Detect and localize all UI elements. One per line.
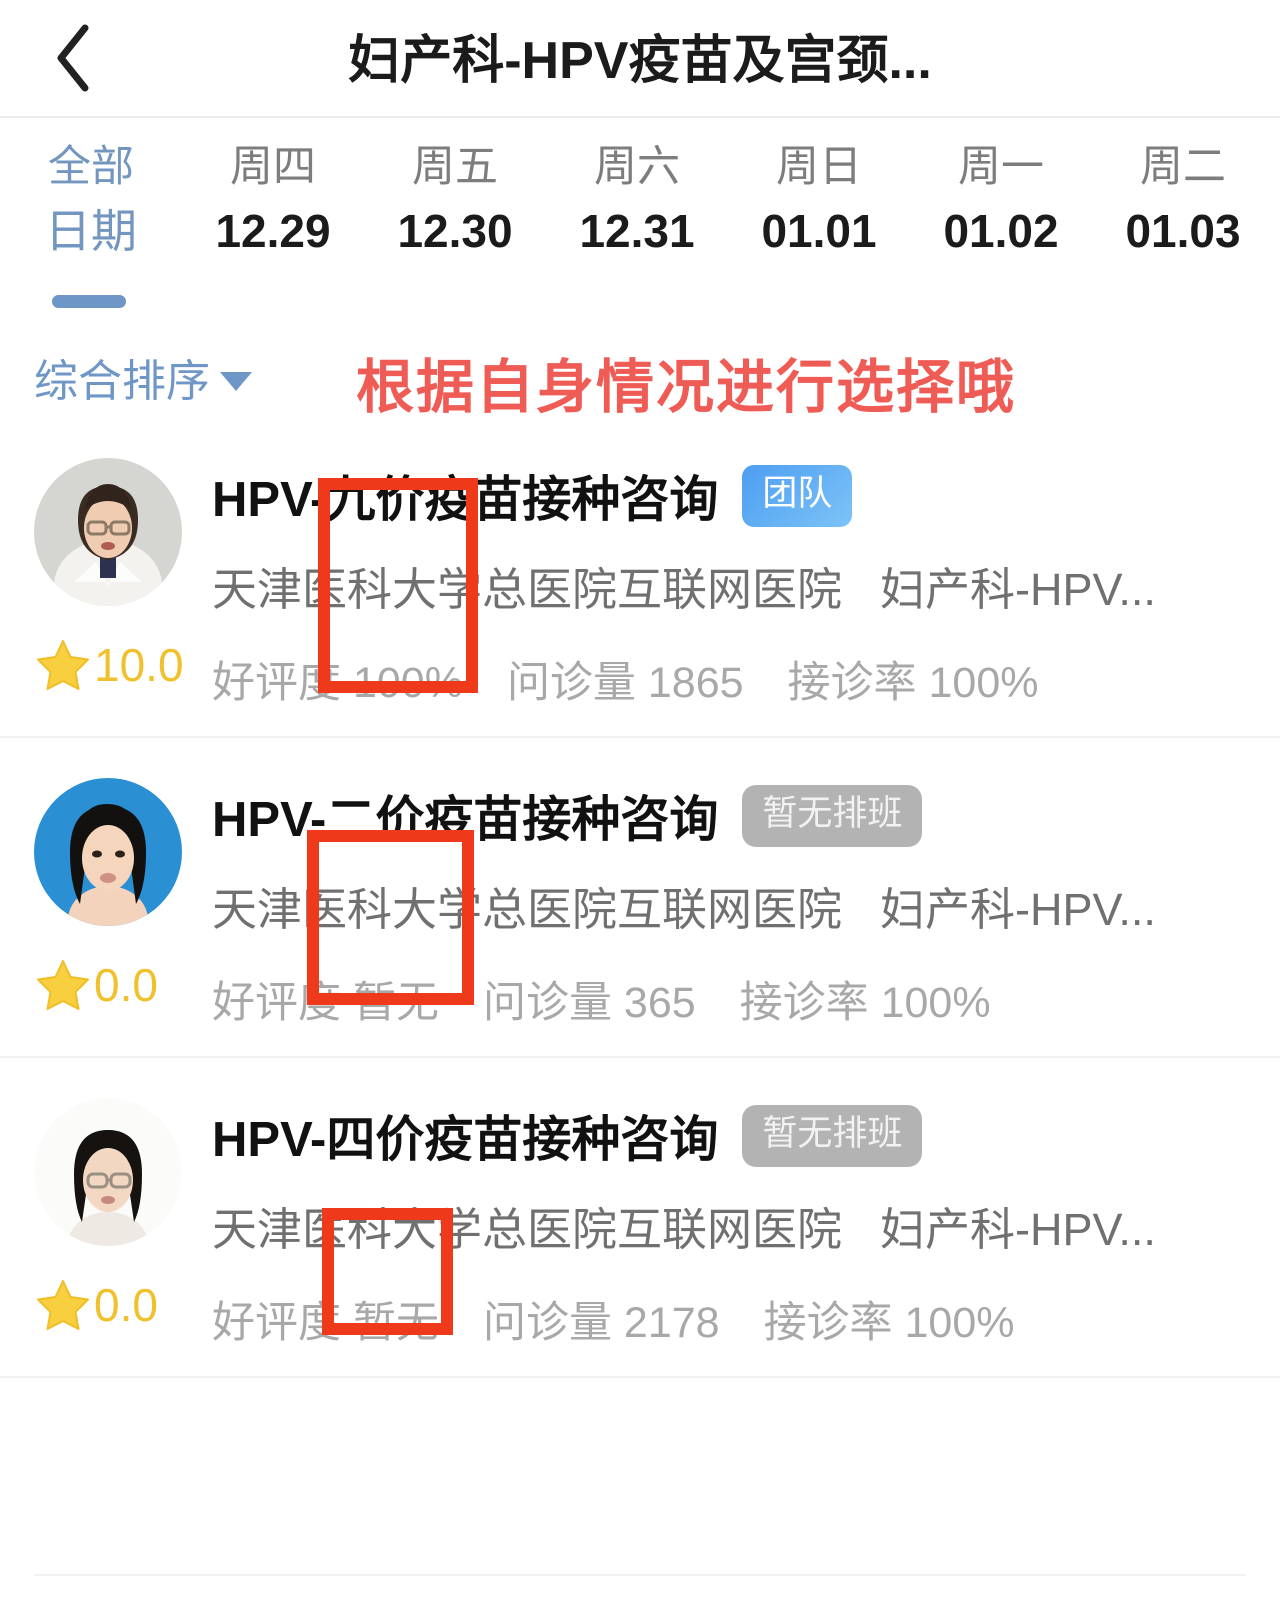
department-name: 妇产科-HPV... bbox=[880, 564, 1156, 615]
date-tab-all[interactable]: 全部 日期 bbox=[0, 136, 182, 264]
doctor-stats: 好评度 暂无 问诊量 2178 接诊率 100% bbox=[212, 1288, 1246, 1350]
rating: 10.0 bbox=[34, 636, 212, 694]
doctor-title: HPV-四价疫苗接种咨询 bbox=[212, 1113, 719, 1167]
sort-label: 综合排序 bbox=[34, 357, 210, 406]
date-tab-5-week: 周二 bbox=[1140, 143, 1226, 191]
doctor-stats: 好评度 暂无 问诊量 365 接诊率 100% bbox=[212, 968, 1246, 1030]
active-tab-indicator bbox=[52, 295, 126, 308]
stat-praise-rate: 好评度 暂无 bbox=[212, 1299, 439, 1347]
doctor-card[interactable]: 0.0 HPV-四价疫苗接种咨询 暂无排班 天津医科大学总医院互联网医院 妇产科… bbox=[0, 1058, 1280, 1378]
doctor-info: HPV-九价疫苗接种咨询 团队 天津医科大学总医院互联网医院 妇产科-HPV..… bbox=[212, 452, 1246, 710]
stat-acceptance-rate: 接诊率 100% bbox=[763, 1299, 1015, 1347]
doctor-affiliation: 天津医科大学总医院互联网医院 妇产科-HPV... bbox=[212, 873, 1246, 938]
doctor-title-row: HPV-二价疫苗接种咨询 暂无排班 bbox=[212, 780, 1246, 851]
date-tab-all-week: 全部 bbox=[48, 143, 134, 191]
caret-down-icon bbox=[220, 371, 252, 391]
status-badge: 暂无排班 bbox=[742, 1104, 923, 1167]
date-tab-0[interactable]: 周四 12.29 bbox=[182, 136, 364, 264]
date-tab-2-week: 周六 bbox=[594, 143, 680, 191]
date-tab-5[interactable]: 周二 01.03 bbox=[1092, 136, 1274, 264]
hospital-name: 天津医科大学总医院互联网医院 bbox=[212, 564, 843, 615]
date-tab-4-date: 01.02 bbox=[943, 205, 1059, 257]
doctor-avatar-glasses-white-bg-icon bbox=[34, 1098, 182, 1246]
date-tab-4[interactable]: 周一 01.02 bbox=[910, 136, 1092, 264]
hospital-name: 天津医科大学总医院互联网医院 bbox=[212, 884, 843, 935]
stat-praise-rate: 好评度 暂无 bbox=[212, 979, 439, 1027]
sort-dropdown[interactable]: 综合排序 bbox=[34, 345, 252, 409]
list-divider bbox=[34, 1574, 1246, 1576]
date-tab-2-date: 12.31 bbox=[579, 205, 695, 257]
avatar bbox=[34, 1098, 182, 1246]
doctor-info: HPV-四价疫苗接种咨询 暂无排班 天津医科大学总医院互联网医院 妇产科-HPV… bbox=[212, 1092, 1246, 1350]
doctor-title-row: HPV-四价疫苗接种咨询 暂无排班 bbox=[212, 1100, 1246, 1171]
rating: 0.0 bbox=[34, 1276, 212, 1334]
date-tab-1-date: 12.30 bbox=[397, 205, 513, 257]
avatar bbox=[34, 778, 182, 926]
annotation-text: 根据自身情况进行选择哦 bbox=[356, 355, 1017, 420]
avatar bbox=[34, 458, 182, 606]
rating-value: 10.0 bbox=[94, 639, 184, 691]
date-tab-0-date: 12.29 bbox=[215, 205, 331, 257]
doctor-stats: 好评度 100% 问诊量 1865 接诊率 100% bbox=[212, 648, 1246, 710]
date-tab-1-week: 周五 bbox=[412, 143, 498, 191]
doctor-info: HPV-二价疫苗接种咨询 暂无排班 天津医科大学总医院互联网医院 妇产科-HPV… bbox=[212, 772, 1246, 1030]
doctor-avatar-glasses-white-coat-icon bbox=[34, 458, 182, 606]
doctor-title: HPV-九价疫苗接种咨询 bbox=[212, 473, 719, 527]
date-tab-bar: 全部 日期 周四 12.29 周五 12.30 周六 12.31 周日 01.0… bbox=[0, 118, 1280, 293]
stat-consult-count: 问诊量 2178 bbox=[482, 1299, 720, 1347]
doctor-avatar-column: 0.0 bbox=[34, 1092, 212, 1350]
stat-praise-rate: 好评度 100% bbox=[212, 659, 463, 707]
stat-consult-count: 问诊量 365 bbox=[482, 979, 696, 1027]
date-tab-1[interactable]: 周五 12.30 bbox=[364, 136, 546, 264]
stat-acceptance-rate: 接诊率 100% bbox=[739, 979, 991, 1027]
doctor-avatar-bob-hair-blue-bg-icon bbox=[34, 778, 182, 926]
star-icon bbox=[37, 1280, 89, 1330]
star-icon bbox=[37, 960, 89, 1010]
date-tab-3-date: 01.01 bbox=[761, 205, 877, 257]
date-tab-3[interactable]: 周日 01.01 bbox=[728, 136, 910, 264]
rating-value: 0.0 bbox=[94, 1279, 158, 1331]
doctor-title-row: HPV-九价疫苗接种咨询 团队 bbox=[212, 460, 1246, 531]
doctor-card[interactable]: 0.0 HPV-二价疫苗接种咨询 暂无排班 天津医科大学总医院互联网医院 妇产科… bbox=[0, 738, 1280, 1058]
doctor-card[interactable]: 10.0 HPV-九价疫苗接种咨询 团队 天津医科大学总医院互联网医院 妇产科-… bbox=[0, 418, 1280, 738]
page-title: 妇产科-HPV疫苗及宫颈... bbox=[348, 31, 932, 90]
date-tab-all-date: 日期 bbox=[45, 205, 137, 257]
stat-acceptance-rate: 接诊率 100% bbox=[787, 659, 1039, 707]
status-badge: 暂无排班 bbox=[742, 784, 923, 847]
doctor-affiliation: 天津医科大学总医院互联网医院 妇产科-HPV... bbox=[212, 553, 1246, 618]
doctor-avatar-column: 10.0 bbox=[34, 452, 212, 710]
department-name: 妇产科-HPV... bbox=[880, 1204, 1156, 1255]
doctor-avatar-column: 0.0 bbox=[34, 772, 212, 1030]
date-tab-4-week: 周一 bbox=[958, 143, 1044, 191]
hospital-name: 天津医科大学总医院互联网医院 bbox=[212, 1204, 843, 1255]
date-tab-2[interactable]: 周六 12.31 bbox=[546, 136, 728, 264]
doctor-title: HPV-二价疫苗接种咨询 bbox=[212, 793, 719, 847]
date-tab-3-week: 周日 bbox=[776, 143, 862, 191]
department-name: 妇产科-HPV... bbox=[880, 884, 1156, 935]
status-badge: 团队 bbox=[742, 464, 853, 527]
stat-consult-count: 问诊量 1865 bbox=[506, 659, 744, 707]
rating-value: 0.0 bbox=[94, 959, 158, 1011]
app-screen: 妇产科-HPV疫苗及宫颈... 全部 日期 周四 12.29 周五 12.30 … bbox=[0, 0, 1280, 1621]
star-icon bbox=[37, 640, 89, 690]
date-tab-0-week: 周四 bbox=[230, 143, 316, 191]
rating: 0.0 bbox=[34, 956, 212, 1014]
doctor-affiliation: 天津医科大学总医院互联网医院 妇产科-HPV... bbox=[212, 1193, 1246, 1258]
date-tab-5-date: 01.03 bbox=[1125, 205, 1241, 257]
navigation-bar: 妇产科-HPV疫苗及宫颈... bbox=[0, 0, 1280, 118]
